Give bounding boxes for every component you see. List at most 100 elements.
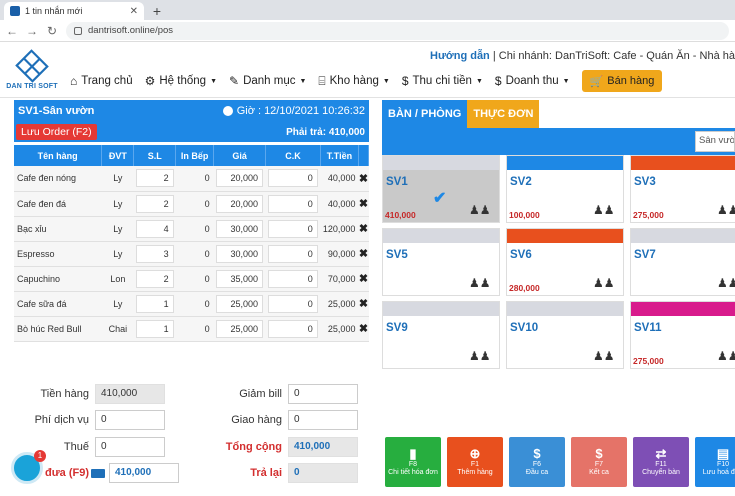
nav-system[interactable]: ⚙ Hệ thống ▼ — [145, 74, 217, 88]
table-card[interactable]: SV2 100,000 ♟♟ — [506, 155, 624, 223]
function-button-f7[interactable]: $ F7 Kết ca — [571, 437, 627, 487]
change-label: Trả lại — [250, 467, 282, 479]
nav-warehouse[interactable]: ⌸ Kho hàng ▼ — [318, 74, 389, 89]
discount-input[interactable]: 0 — [268, 294, 318, 313]
item-delete-cell: ✖ — [358, 316, 369, 342]
tab-rooms[interactable]: BÀN / PHÒNG — [382, 100, 468, 128]
tax-input[interactable]: 0 — [95, 437, 165, 457]
chat-button[interactable]: 1 — [11, 450, 46, 484]
discount-input[interactable]: 0 — [268, 194, 318, 213]
table-card[interactable]: SV10 ♟♟ — [506, 301, 624, 369]
discount-input[interactable]: 0 — [268, 169, 318, 188]
price-input[interactable]: 30,000 — [216, 219, 263, 238]
quantity-input[interactable]: 2 — [135, 169, 174, 188]
delete-icon[interactable]: ✖ — [359, 273, 368, 285]
forward-icon[interactable]: → — [26, 24, 38, 38]
order-table-name: SV1-Sân vườn — [18, 105, 95, 117]
nav-home[interactable]: ⌂ Trang chủ — [70, 74, 133, 88]
paid-input[interactable]: 410,000 — [109, 463, 179, 483]
save-order-button[interactable]: Lưu Order (F2) — [16, 124, 97, 140]
browser-tabbar: 1 tin nhắn mới ✕ + — [0, 0, 735, 20]
function-button-f6[interactable]: $ F6 Đầu ca — [509, 437, 565, 487]
item-price-cell: 30,000 — [213, 241, 266, 267]
table-name: SV9 — [386, 322, 408, 334]
nav-label: Thu chi tiền — [412, 75, 472, 87]
table-row[interactable]: Espresso Ly 3 0 30,000 0 90,000 ✖ — [14, 241, 369, 267]
delete-icon[interactable]: ✖ — [359, 198, 368, 210]
discount-input[interactable]: 0 — [288, 384, 358, 404]
item-kitchen: 0 — [175, 191, 214, 217]
price-input[interactable]: 25,000 — [216, 319, 263, 338]
main-nav: ⌂ Trang chủ ⚙ Hệ thống ▼ ✎ Danh mục ▼ ⌸ … — [70, 70, 663, 92]
grand-total-field: 410,000 — [288, 437, 358, 457]
delivery-input[interactable]: 0 — [288, 410, 358, 430]
price-input[interactable]: 20,000 — [216, 169, 263, 188]
price-input[interactable]: 25,000 — [216, 294, 263, 313]
item-unit: Ly — [101, 166, 134, 192]
nav-cashflow[interactable]: $ Thu chi tiền ▼ — [402, 74, 483, 88]
col-header: In Bếp — [175, 145, 215, 166]
table-row[interactable]: Bạc xỉu Ly 4 0 30,000 0 120,000 ✖ — [14, 216, 369, 242]
quantity-input[interactable]: 1 — [135, 294, 174, 313]
people-icon: ♟♟ — [717, 203, 735, 217]
item-qty-cell: 3 — [133, 241, 176, 267]
delivery-row: Giao hàng 0 — [193, 410, 358, 430]
reload-icon[interactable]: ↻ — [46, 24, 58, 38]
item-name: Capuchino — [14, 266, 102, 292]
item-name: Bạc xỉu — [14, 216, 102, 242]
price-input[interactable]: 20,000 — [216, 194, 263, 213]
price-input[interactable]: 30,000 — [216, 244, 263, 263]
logo[interactable]: DAN TRI SOFT — [6, 48, 58, 90]
nav-revenue[interactable]: $ Doanh thu ▼ — [495, 74, 570, 88]
table-card[interactable]: SV1 ✔ 410,000 ♟♟ — [382, 155, 500, 223]
function-button-f8[interactable]: ▮ F8 Chi tiết hóa đơn — [385, 437, 441, 487]
table-row[interactable]: Cafe sữa đá Ly 1 0 25,000 0 25,000 ✖ — [14, 291, 369, 317]
quantity-input[interactable]: 2 — [135, 194, 174, 213]
quantity-input[interactable]: 2 — [135, 269, 174, 288]
discount-input[interactable]: 0 — [268, 244, 318, 263]
discount-input[interactable]: 0 — [268, 219, 318, 238]
delete-icon[interactable]: ✖ — [359, 248, 368, 260]
browser-tab[interactable]: 1 tin nhắn mới ✕ — [4, 2, 144, 20]
discount-input[interactable]: 0 — [268, 269, 318, 288]
item-qty-cell: 4 — [133, 216, 176, 242]
back-icon[interactable]: ← — [6, 24, 18, 38]
table-name: SV1 — [386, 176, 408, 188]
tab-menu[interactable]: THỰC ĐƠN — [467, 100, 540, 128]
table-card[interactable]: SV7 ♟♟ — [630, 228, 735, 296]
function-button-f11[interactable]: ⇄ F11 Chuyển bàn — [633, 437, 689, 487]
delete-icon[interactable]: ✖ — [359, 323, 368, 335]
quantity-input[interactable]: 1 — [135, 319, 174, 338]
function-button-f10[interactable]: ▤F10Lưu hoá đơn — [695, 437, 735, 487]
price-input[interactable]: 35,000 — [216, 269, 263, 288]
item-qty-cell: 1 — [133, 316, 176, 342]
table-row[interactable]: Capuchino Lon 2 0 35,000 0 70,000 ✖ — [14, 266, 369, 292]
table-card[interactable]: SV9 ♟♟ — [382, 301, 500, 369]
sell-button[interactable]: 🛒 Bán hàng — [581, 70, 663, 92]
nav-label: Doanh thu — [505, 75, 559, 87]
table-amount: 410,000 — [385, 210, 416, 220]
help-link[interactable]: Hướng dẫn — [430, 50, 490, 62]
delete-icon[interactable]: ✖ — [359, 223, 368, 235]
url-input[interactable]: dantrisoft.online/pos — [66, 21, 729, 40]
grand-total-row: Tổng cộng 410,000 — [193, 437, 358, 457]
chat-badge: 1 — [34, 450, 46, 462]
table-row[interactable]: Bò húc Red Bull Chai 1 0 25,000 0 25,000 ✖ — [14, 316, 369, 342]
service-fee-input[interactable]: 0 — [95, 410, 165, 430]
table-card[interactable]: SV5 ♟♟ — [382, 228, 500, 296]
table-row[interactable]: Cafe đen đá Ly 2 0 20,000 0 40,000 ✖ — [14, 191, 369, 217]
quantity-input[interactable]: 3 — [135, 244, 174, 263]
delete-icon[interactable]: ✖ — [359, 173, 368, 185]
table-card[interactable]: SV11 275,000 ♟♟ — [630, 301, 735, 369]
delete-icon[interactable]: ✖ — [359, 298, 368, 310]
new-tab-button[interactable]: + — [148, 2, 166, 20]
table-row[interactable]: Cafe đen nóng Ly 2 0 20,000 0 40,000 ✖ — [14, 166, 369, 192]
area-filter-input[interactable]: Sân vườn — [695, 131, 735, 152]
function-button-f1[interactable]: ⊕ F1 Thêm hàng — [447, 437, 503, 487]
close-icon[interactable]: ✕ — [130, 6, 138, 17]
table-card[interactable]: SV6 280,000 ♟♟ — [506, 228, 624, 296]
nav-catalog[interactable]: ✎ Danh mục ▼ — [229, 74, 306, 88]
discount-input[interactable]: 0 — [268, 319, 318, 338]
quantity-input[interactable]: 4 — [135, 219, 174, 238]
table-card[interactable]: SV3 275,000 ♟♟ — [630, 155, 735, 223]
